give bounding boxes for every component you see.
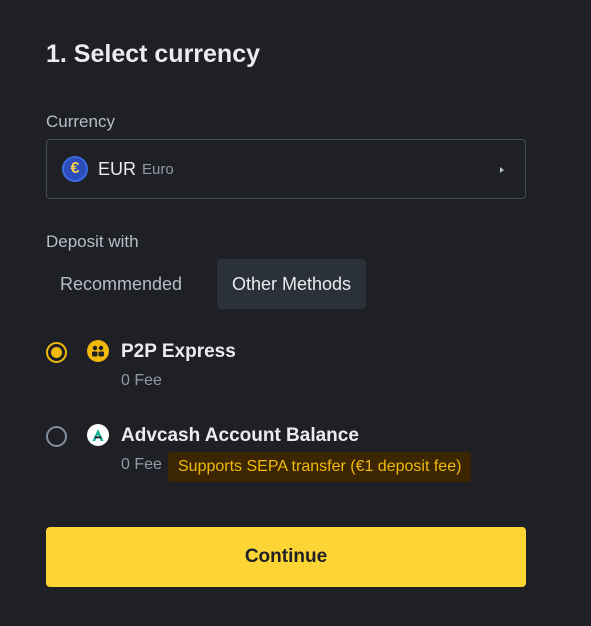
section-title: 1. Select currency	[46, 40, 261, 68]
currency-select[interactable]: € EUR Euro	[46, 139, 526, 199]
tab-recommended[interactable]: Recommended	[46, 259, 196, 309]
deposit-panel: 1. Select currency Currency € EUR Euro D…	[0, 0, 591, 626]
currency-name: Euro	[142, 160, 174, 178]
tab-other-methods[interactable]: Other Methods	[217, 259, 366, 309]
radio-advcash[interactable]	[46, 426, 67, 447]
caret-right-icon	[500, 167, 504, 173]
radio-p2p-express[interactable]	[46, 342, 67, 363]
continue-button[interactable]: Continue	[46, 527, 526, 587]
currency-label: Currency	[46, 112, 115, 131]
method-fee: 0 Fee	[121, 456, 162, 473]
advcash-icon	[87, 424, 109, 446]
euro-coin-icon: €	[62, 156, 88, 182]
sepa-info-badge: Supports SEPA transfer (€1 deposit fee)	[168, 452, 472, 482]
method-fee: 0 Fee	[121, 372, 162, 389]
method-name: P2P Express	[121, 341, 236, 362]
currency-code: EUR	[98, 158, 137, 179]
deposit-with-label: Deposit with	[46, 232, 139, 251]
p2p-express-icon	[87, 340, 109, 362]
method-name: Advcash Account Balance	[121, 425, 359, 446]
